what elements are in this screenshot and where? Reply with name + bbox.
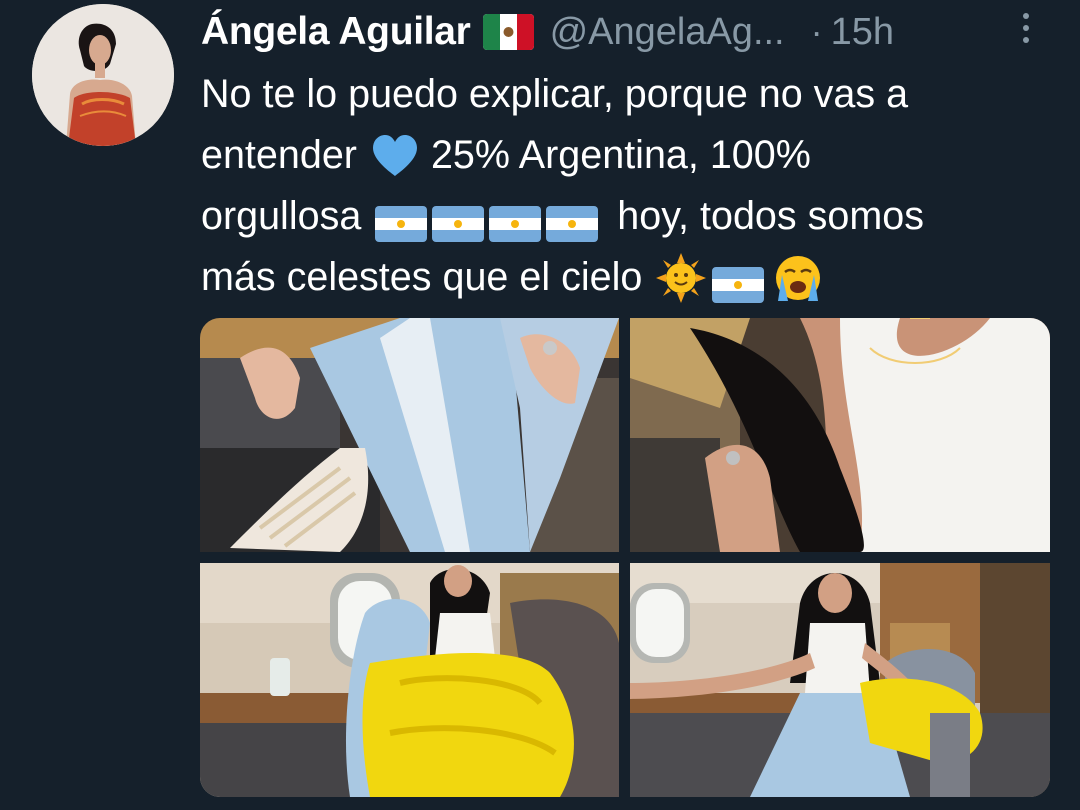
more-vertical-icon[interactable] xyxy=(1016,10,1036,46)
media-photo-2[interactable] xyxy=(630,318,1050,552)
tweet[interactable]: Ángela Aguilar @AngelaAg... · 15h No te … xyxy=(0,0,1080,810)
tweet-header: Ángela Aguilar @AngelaAg... · 15h xyxy=(201,6,894,58)
media-photo-1[interactable] xyxy=(200,318,619,552)
tweet-text-line-4: más celestes que el cielo xyxy=(201,247,1051,308)
mexico-flag-icon xyxy=(482,14,534,50)
argentina-flag-emoji xyxy=(432,199,485,242)
text-segment: orgullosa xyxy=(201,194,362,238)
argentina-flag-emoji xyxy=(546,199,599,242)
text-segment: hoy, todos somos xyxy=(617,194,924,238)
media-photo-3[interactable] xyxy=(200,563,619,797)
blue-heart-emoji xyxy=(371,134,419,178)
separator-dot: · xyxy=(810,11,823,52)
timestamp[interactable]: 15h xyxy=(831,11,894,54)
text-segment: 25% Argentina, 100% xyxy=(430,133,811,177)
loudly-crying-face-emoji xyxy=(773,253,823,303)
text-segment: No te lo puedo explicar, porque no vas a xyxy=(201,72,909,116)
tweet-text-line-1: No te lo puedo explicar, porque no vas a xyxy=(201,64,1051,125)
tweet-text: No te lo puedo explicar, porque no vas a… xyxy=(201,64,1051,308)
argentina-flag-emoji xyxy=(375,199,428,242)
flag-emoji-group xyxy=(375,199,603,242)
avatar[interactable] xyxy=(32,4,174,146)
author-name[interactable]: Ángela Aguilar xyxy=(201,10,471,54)
tweet-text-line-2: entender 25% Argentina, 100% xyxy=(201,125,1051,186)
tweet-text-line-3: orgullosa hoy, todos somos xyxy=(201,186,1051,247)
text-segment: entender xyxy=(201,133,357,177)
text-segment: más celestes que el cielo xyxy=(201,255,643,299)
media-photo-4[interactable] xyxy=(630,563,1050,797)
argentina-flag-emoji xyxy=(489,199,542,242)
argentina-flag-emoji xyxy=(712,260,765,303)
sun-with-face-emoji xyxy=(656,252,707,303)
media-grid xyxy=(200,318,1050,797)
author-handle[interactable]: @AngelaAg... xyxy=(550,11,785,54)
